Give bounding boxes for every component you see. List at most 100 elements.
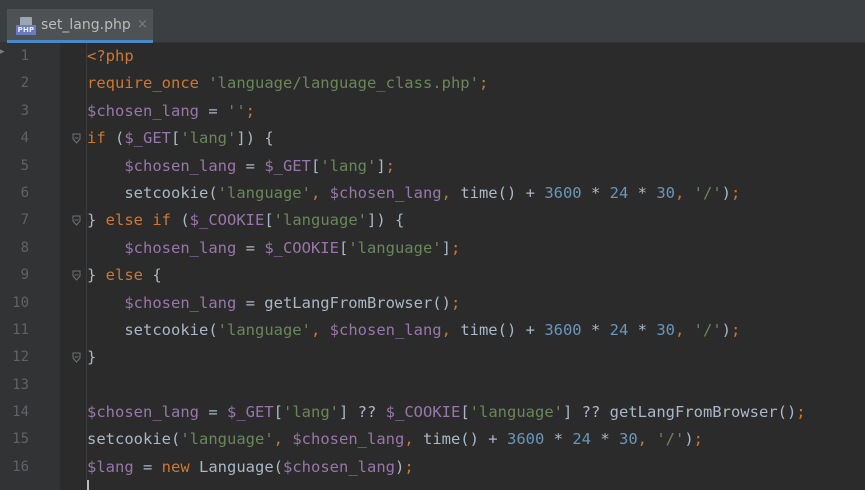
- close-icon[interactable]: ×: [137, 17, 148, 32]
- code-text: }: [87, 344, 96, 371]
- code-token: *: [628, 183, 657, 202]
- code-token: [: [460, 403, 470, 422]
- code-token: $lang: [87, 457, 134, 476]
- code-token: ): [684, 430, 694, 449]
- code-token: (: [115, 129, 125, 148]
- line-number: 16: [12, 458, 29, 475]
- code-token: '/': [693, 183, 722, 202]
- line-number: 13: [12, 376, 29, 393]
- code-text: setcookie('language', $chosen_lang, time…: [87, 180, 740, 207]
- code-token: $chosen_lang: [329, 320, 442, 339]
- code-token: ] ?? getLangFromBrowser(): [563, 403, 797, 422]
- fold-marker-icon[interactable]: [72, 270, 81, 281]
- code-line[interactable]: 15 setcookie('language', $chosen_lang, ti…: [0, 426, 865, 453]
- line-number: 3: [20, 102, 29, 119]
- code-token: setcookie(: [87, 320, 218, 339]
- code-line[interactable]: 2 require_once 'language/language_class.p…: [0, 70, 865, 97]
- code-token: *: [544, 430, 573, 449]
- php-badge: PHP: [16, 25, 36, 35]
- code-line[interactable]: 3 $chosen_lang = '';: [0, 98, 865, 125]
- text-cursor: [87, 480, 89, 490]
- code-token: ,: [404, 430, 423, 449]
- code-token: 'language': [180, 430, 274, 449]
- line-number: 9: [20, 267, 29, 284]
- fold-marker-icon[interactable]: [72, 133, 81, 144]
- code-text: $chosen_lang = $_COOKIE['language'];: [87, 235, 460, 262]
- fold-marker-icon[interactable]: [72, 352, 81, 364]
- code-token: ,: [674, 183, 694, 202]
- code-token: ;: [693, 430, 704, 449]
- code-token: 3600: [544, 183, 582, 202]
- code-token: 'lang': [180, 129, 237, 148]
- code-token: {: [152, 266, 162, 285]
- code-token: =: [133, 457, 162, 476]
- fold-marker-icon[interactable]: [72, 215, 81, 227]
- code-token: time() +: [460, 320, 545, 339]
- code-token: *: [590, 430, 619, 449]
- code-token: 'language': [273, 211, 367, 230]
- line-number: 10: [12, 294, 29, 311]
- code-token: <?php: [87, 47, 134, 65]
- code-line[interactable]: 9} else {: [0, 262, 865, 289]
- code-token: ,: [310, 183, 330, 202]
- code-token: 'language': [348, 238, 442, 257]
- code-token: 'language': [217, 183, 311, 202]
- code-token: 30: [656, 320, 675, 339]
- code-token: require_once: [87, 74, 209, 93]
- code-token: '/': [656, 430, 685, 449]
- code-token: = getLangFromBrowser(): [236, 293, 451, 312]
- code-token: time() +: [460, 183, 545, 202]
- code-line[interactable]: 7} else if ($_COOKIE['language']) {: [0, 207, 865, 234]
- code-token: $chosen_lang: [124, 293, 237, 312]
- code-token: $chosen_lang: [329, 183, 442, 202]
- code-token: 3600: [544, 320, 582, 339]
- code-editor[interactable]: 1 <?php 2 require_once 'language/language_c…: [0, 43, 865, 481]
- line-number: 12: [12, 349, 29, 366]
- code-token: 24: [572, 430, 591, 449]
- code-token: $_COOKIE: [385, 403, 461, 422]
- code-token: ;: [731, 183, 741, 202]
- code-line[interactable]: 4 if ($_GET['lang']) {: [0, 125, 865, 152]
- code-token: $chosen_lang: [124, 238, 237, 257]
- code-token: ]: [441, 238, 451, 257]
- code-token: ] ??: [339, 403, 386, 422]
- code-token: $chosen_lang: [87, 403, 199, 422]
- code-line[interactable]: 5 $chosen_lang = $_GET['lang'];: [0, 153, 865, 180]
- code-token: ;: [385, 156, 396, 175]
- line-number: 6: [20, 184, 29, 201]
- code-text: $chosen_lang = getLangFromBrowser();: [87, 290, 460, 317]
- code-token: 24: [609, 183, 629, 202]
- code-line[interactable]: 14 $chosen_lang = $_GET['lang'] ?? $_COOK…: [0, 399, 865, 426]
- code-line[interactable]: 1 <?php: [0, 43, 865, 70]
- code-token: ,: [637, 430, 657, 449]
- code-token: ): [721, 183, 731, 202]
- line-number: 8: [20, 239, 29, 256]
- code-token: $_GET: [226, 403, 274, 422]
- code-line[interactable]: 16 $lang = new Language($chosen_lang);: [0, 454, 865, 481]
- code-token: $chosen_lang: [87, 101, 199, 120]
- tab-set-lang-php[interactable]: PHP set_lang.php ×: [7, 9, 153, 43]
- code-token: =: [198, 101, 227, 120]
- line-number: 2: [20, 75, 29, 92]
- code-token: if: [87, 129, 115, 148]
- code-line[interactable]: 11 setcookie('language', $chosen_lang, t…: [0, 317, 865, 344]
- code-token: $_GET: [124, 129, 172, 148]
- code-token: else: [105, 266, 153, 285]
- code-token: $_COOKIE: [264, 238, 339, 257]
- code-line[interactable]: 8 $chosen_lang = $_COOKIE['language'];: [0, 235, 865, 262]
- code-token: *: [628, 320, 657, 339]
- code-token: 'lang': [320, 156, 377, 175]
- code-token: '': [226, 101, 246, 120]
- code-text: if ($_GET['lang']) {: [87, 125, 274, 152]
- code-token: 'language/language_class.php': [208, 74, 479, 93]
- code-line[interactable]: 12}: [0, 344, 865, 371]
- code-token: setcookie(: [87, 430, 181, 449]
- code-line[interactable]: 6 setcookie('language', $chosen_lang, ti…: [0, 180, 865, 207]
- code-token: ,: [441, 320, 461, 339]
- code-line[interactable]: 10 $chosen_lang = getLangFromBrowser();: [0, 290, 865, 317]
- code-token: (: [180, 211, 190, 230]
- code-line[interactable]: 13: [0, 372, 865, 399]
- code-token: ,: [310, 320, 330, 339]
